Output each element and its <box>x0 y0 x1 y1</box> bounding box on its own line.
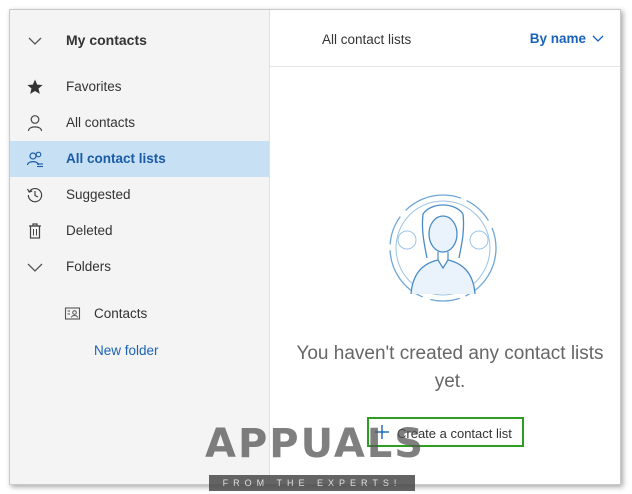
contact-card-icon <box>64 307 81 320</box>
page-title: All contact lists <box>322 32 412 47</box>
sidebar-item-folders[interactable]: Folders <box>10 249 269 285</box>
new-folder-link[interactable]: New folder <box>94 343 159 358</box>
sidebar-item-label: All contact lists <box>66 151 166 166</box>
sidebar-item-label: Folders <box>66 259 112 274</box>
sidebar-item-label: Suggested <box>66 187 131 202</box>
empty-contact-lists-illustration <box>389 194 497 302</box>
sidebar-item-suggested[interactable]: Suggested <box>10 177 269 213</box>
sidebar-item-label: Deleted <box>66 223 113 238</box>
star-icon <box>27 79 43 94</box>
contacts-window: My contacts Favorites All contacts All c… <box>9 9 621 485</box>
sidebar-item-label: Favorites <box>66 79 122 94</box>
sort-label: By name <box>529 31 586 46</box>
chevron-down-icon <box>592 35 604 43</box>
people-list-icon <box>26 151 43 168</box>
sidebar-item-deleted[interactable]: Deleted <box>10 213 269 249</box>
watermark-brand: APPUALS <box>205 421 426 467</box>
trash-icon <box>29 223 41 239</box>
chevron-down-icon[interactable] <box>26 258 44 276</box>
main-panel: All contact lists By name You haven't cr… <box>270 10 620 484</box>
main-header: All contact lists By name <box>270 10 620 67</box>
watermark-tagline: FROM THE EXPERTS! <box>209 475 415 491</box>
sidebar-item-label: All contacts <box>66 115 136 130</box>
sidebar-item-all-contacts[interactable]: All contacts <box>10 105 269 141</box>
sort-dropdown[interactable]: By name <box>530 31 604 46</box>
chevron-down-icon[interactable] <box>28 34 42 48</box>
history-icon <box>26 187 43 203</box>
empty-state-message: You haven't created any contact lists ye… <box>296 343 604 392</box>
sidebar-title: My contacts <box>66 32 147 48</box>
sidebar: My contacts Favorites All contacts All c… <box>10 10 270 484</box>
person-icon <box>27 115 43 132</box>
folder-item-contacts[interactable]: Contacts <box>10 296 269 332</box>
folder-item-label: Contacts <box>94 306 148 321</box>
sidebar-header[interactable]: My contacts <box>10 10 269 68</box>
sidebar-item-favorites[interactable]: Favorites <box>10 69 269 105</box>
appuals-watermark-logo: APPUALS FROM THE EXPERTS! <box>203 421 423 494</box>
sidebar-item-all-contact-lists[interactable]: All contact lists <box>10 141 269 177</box>
